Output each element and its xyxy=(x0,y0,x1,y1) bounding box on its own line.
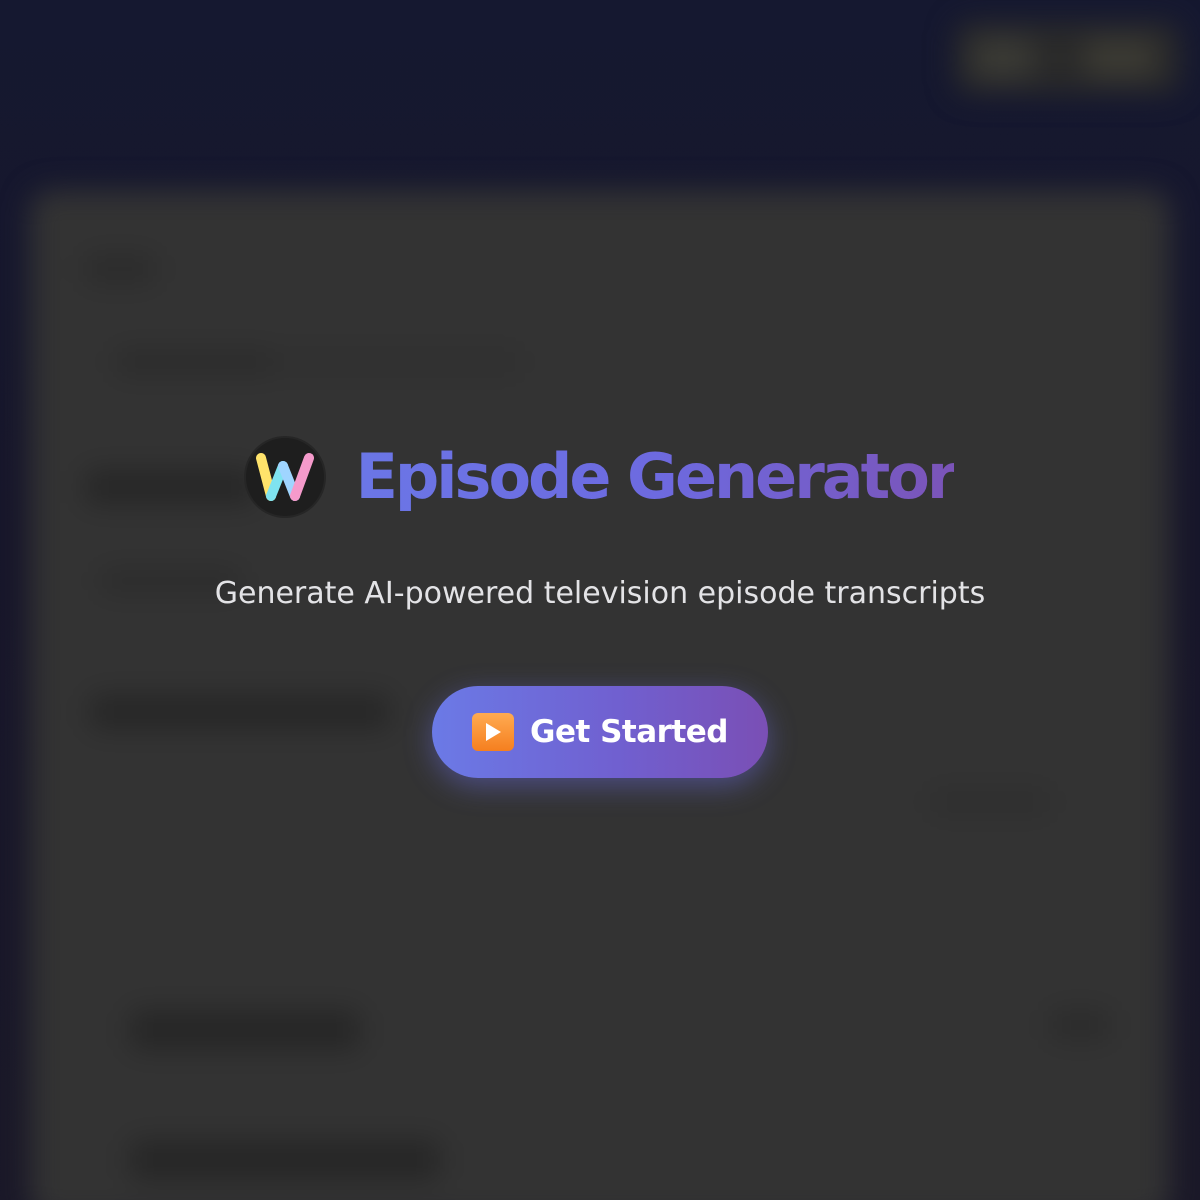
app-tagline: Generate AI-powered television episode t… xyxy=(214,576,986,611)
app-title: Episode Generator xyxy=(356,438,958,516)
brand-row: Episode Generator xyxy=(0,438,1200,516)
welcome-hero: Episode Generator Generate AI-powered te… xyxy=(0,0,1200,1200)
w-logo-glyph xyxy=(255,453,314,501)
play-triangle xyxy=(486,723,502,741)
play-button-icon xyxy=(472,713,515,751)
get-started-button[interactable]: Get Started xyxy=(432,686,768,778)
get-started-label: Get Started xyxy=(530,714,728,750)
w-logo-icon xyxy=(245,438,324,516)
